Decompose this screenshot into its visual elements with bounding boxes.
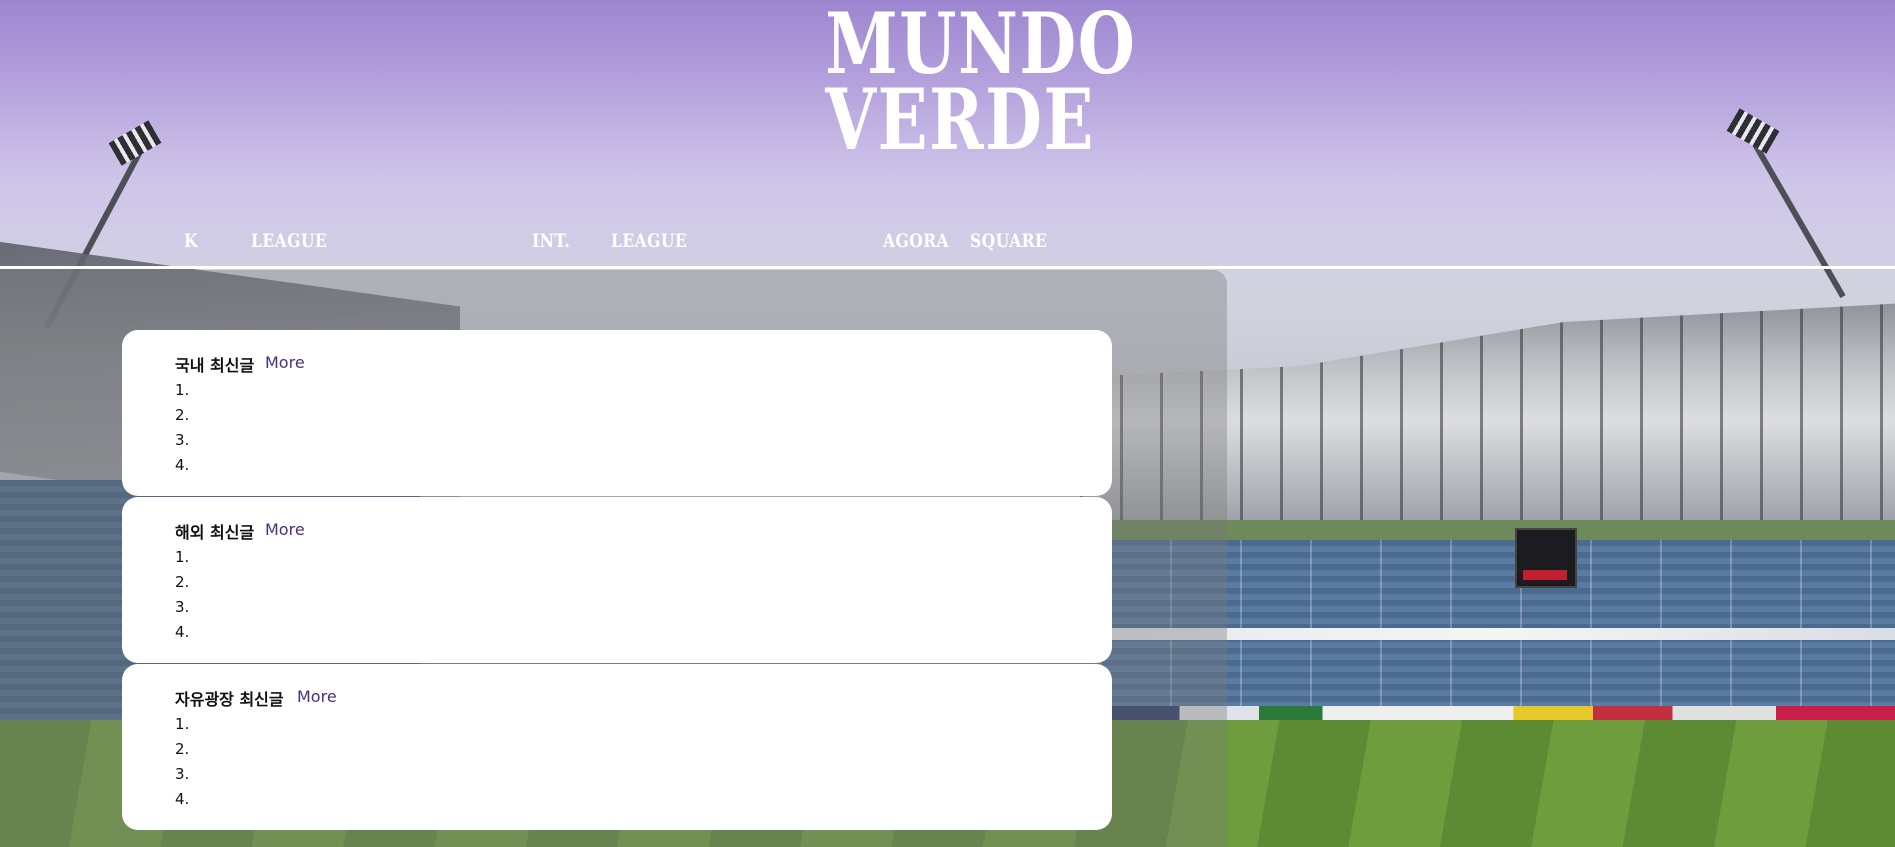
list-item[interactable]: 1. [175,712,189,737]
card-header: 자유광장 최신글 More [175,686,337,710]
nav-item-league[interactable]: LEAGUE [251,230,327,252]
list-item[interactable]: 3. [175,595,189,620]
list-item[interactable]: 2. [175,737,189,762]
list-item[interactable]: 4. [175,453,189,478]
main-nav: K LEAGUE INT. LEAGUE AGORA SQUARE [0,230,1895,258]
more-link[interactable]: More [297,687,337,706]
list-item[interactable]: 4. [175,620,189,645]
logo-line-2: VERDE [825,70,1095,169]
post-list: 1. 2. 3. 4. [175,712,189,812]
card-title: 자유광장 최신글 [175,690,284,709]
site-logo[interactable]: MUNDO VERDE [825,2,1135,169]
post-list: 1. 2. 3. 4. [175,378,189,478]
list-item[interactable]: 2. [175,403,189,428]
latest-posts-card-international: 해외 최신글 More 1. 2. 3. 4. [122,497,1112,663]
card-title: 해외 최신글 [175,523,255,542]
list-item[interactable]: 1. [175,378,189,403]
list-item[interactable]: 3. [175,428,189,453]
nav-divider [0,266,1895,269]
more-link[interactable]: More [265,353,305,372]
latest-posts-card-square: 자유광장 최신글 More 1. 2. 3. 4. [122,664,1112,830]
more-link[interactable]: More [265,520,305,539]
nav-item-square[interactable]: SQUARE [970,230,1047,252]
list-item[interactable]: 1. [175,545,189,570]
nav-item-league-int[interactable]: LEAGUE [611,230,687,252]
card-title: 국내 최신글 [175,356,255,375]
post-list: 1. 2. 3. 4. [175,545,189,645]
nav-item-agora[interactable]: AGORA [883,230,949,252]
card-header: 국내 최신글 More [175,352,305,376]
list-item[interactable]: 2. [175,570,189,595]
nav-item-int[interactable]: INT. [532,230,570,252]
list-item[interactable]: 4. [175,787,189,812]
scoreboard [1515,528,1577,588]
list-item[interactable]: 3. [175,762,189,787]
card-header: 해외 최신글 More [175,519,305,543]
latest-posts-card-domestic: 국내 최신글 More 1. 2. 3. 4. [122,330,1112,496]
nav-item-k[interactable]: K [184,230,198,252]
